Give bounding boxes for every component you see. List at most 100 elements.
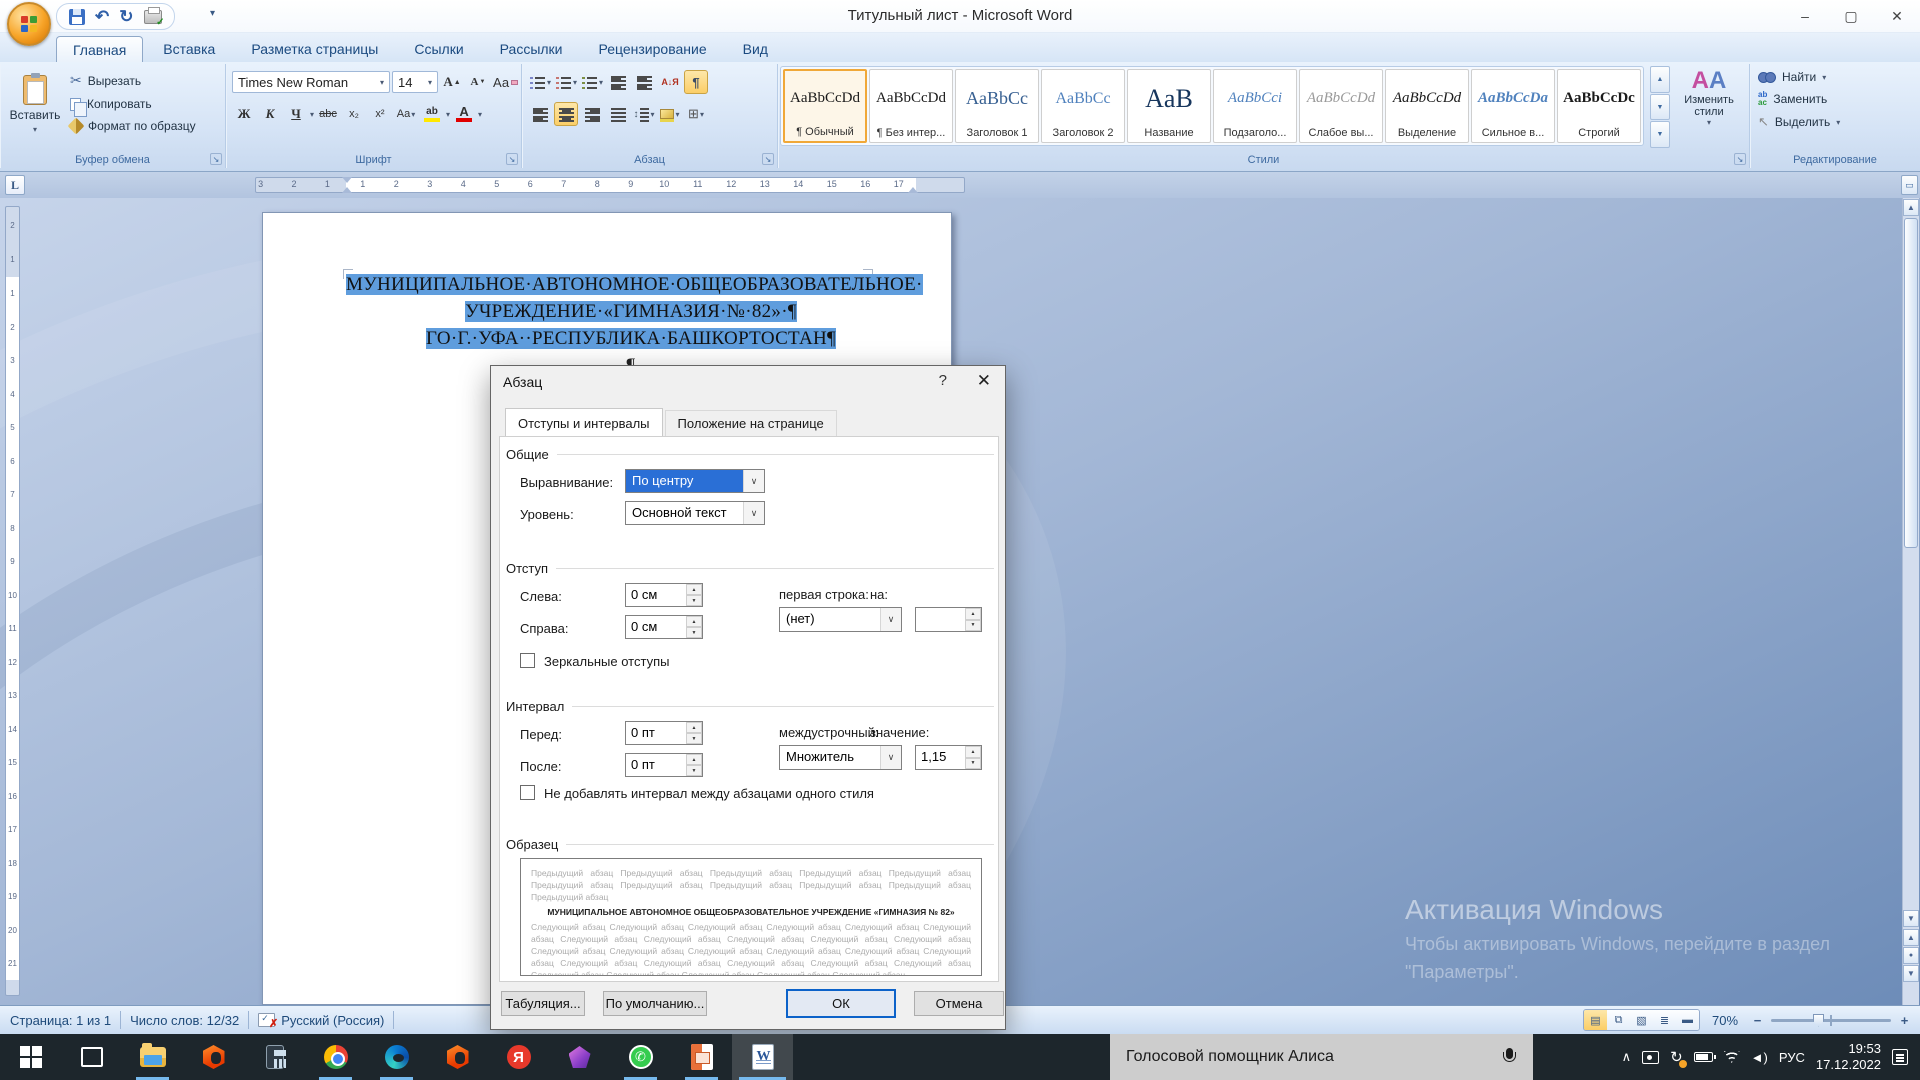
scroll-up-icon[interactable]: ▲ bbox=[1903, 199, 1919, 216]
indent-right-spinner[interactable]: 0 см ▲▼ bbox=[625, 615, 703, 639]
zoom-slider-thumb[interactable] bbox=[1813, 1014, 1824, 1027]
minimize-button[interactable]: – bbox=[1782, 0, 1828, 32]
microphone-icon[interactable] bbox=[1503, 1048, 1515, 1066]
right-indent-marker[interactable] bbox=[908, 187, 918, 193]
style-strong[interactable]: AaBbCcDc Строгий bbox=[1557, 69, 1641, 143]
yandex-music-icon[interactable] bbox=[549, 1034, 610, 1080]
ribbon-tab[interactable]: Разметка страницы bbox=[235, 36, 394, 62]
styles-dialog-launcher[interactable]: ↘ bbox=[1734, 153, 1746, 165]
style-intense-emphasis[interactable]: AaBbCcDa Сильное в... bbox=[1471, 69, 1555, 143]
styles-more-icon[interactable]: ▼ bbox=[1650, 121, 1670, 148]
line-spacing-button[interactable]: ↕▾ bbox=[632, 102, 656, 126]
font-color-dropdown-icon[interactable]: ▾ bbox=[478, 110, 482, 119]
select-button[interactable]: ↖Выделить▾ bbox=[1758, 114, 1840, 130]
first-line-combo-arrow-icon[interactable]: ∨ bbox=[880, 608, 901, 631]
sort-button[interactable]: А↓Я bbox=[658, 70, 682, 94]
explorer-icon[interactable] bbox=[122, 1034, 183, 1080]
styles-scroll-down-icon[interactable]: ▼ bbox=[1650, 94, 1670, 121]
scrollbar-thumb[interactable] bbox=[1904, 218, 1918, 548]
clear-formatting-button[interactable]: Аа bbox=[492, 70, 519, 94]
language-indicator[interactable]: Русский (Россия) bbox=[281, 1013, 384, 1028]
paste-button[interactable]: Вставить ▾ bbox=[6, 68, 64, 150]
alignment-combo-arrow-icon[interactable]: ∨ bbox=[743, 470, 764, 492]
maximize-button[interactable]: ▢ bbox=[1828, 0, 1874, 32]
increase-indent-button[interactable] bbox=[632, 70, 656, 94]
mirror-indents-checkbox[interactable] bbox=[520, 653, 535, 668]
ribbon-tab[interactable]: Рассылки bbox=[484, 36, 579, 62]
selected-text-line3[interactable]: ГО·Г.·УФА··РЕСПУБЛИКА·БАШКОРТОСТАН¶ bbox=[426, 328, 836, 349]
cancel-button[interactable]: Отмена bbox=[914, 991, 1004, 1016]
battery-icon[interactable] bbox=[1694, 1052, 1713, 1062]
horizontal-ruler[interactable]: 321 1234567891011121314151617 bbox=[255, 177, 965, 193]
justify-button[interactable] bbox=[606, 102, 630, 126]
font-name-combo[interactable]: Times New Roman▾ bbox=[232, 71, 390, 93]
vertical-scrollbar[interactable]: ▲ ▼ ▲ ● ▼ bbox=[1902, 198, 1919, 1005]
zoom-slider-track[interactable] bbox=[1771, 1019, 1891, 1022]
word-icon[interactable] bbox=[732, 1034, 793, 1080]
spin-up-icon[interactable]: ▲ bbox=[686, 616, 702, 627]
paragraph-dialog-launcher[interactable]: ↘ bbox=[762, 153, 774, 165]
web-layout-view-button[interactable]: ▧ bbox=[1630, 1010, 1653, 1030]
spin-down-icon[interactable]: ▼ bbox=[965, 620, 981, 632]
underline-dropdown-icon[interactable]: ▾ bbox=[310, 110, 314, 119]
tabs-button[interactable]: Табуляция... bbox=[501, 991, 585, 1016]
clipboard-dialog-launcher[interactable]: ↘ bbox=[210, 153, 222, 165]
at-spinner[interactable]: 1,15 ▲▼ bbox=[915, 745, 982, 770]
spacing-after-spinner[interactable]: 0 пт ▲▼ bbox=[625, 753, 703, 777]
dialog-help-button[interactable]: ? bbox=[939, 372, 947, 389]
selected-text-line2[interactable]: УЧРЕЖДЕНИЕ·«ГИМНАЗИЯ·№·82»·¶ bbox=[465, 301, 797, 322]
spin-down-icon[interactable]: ▼ bbox=[686, 627, 702, 638]
decrease-indent-button[interactable] bbox=[606, 70, 630, 94]
borders-button[interactable]: ⊞▾ bbox=[684, 102, 708, 126]
whatsapp-icon[interactable]: ✆ bbox=[610, 1034, 671, 1080]
superscript-button[interactable]: x² bbox=[368, 102, 392, 126]
draft-view-button[interactable]: ▬ bbox=[1676, 1010, 1699, 1030]
selected-text-line1[interactable]: МУНИЦИПАЛЬНОЕ·АВТОНОМНОЕ·ОБЩЕОБРАЗОВАТЕЛ… bbox=[346, 274, 923, 295]
zoom-level[interactable]: 70% bbox=[1704, 1013, 1746, 1028]
volume-icon[interactable]: ◄) bbox=[1751, 1050, 1768, 1065]
line-spacing-combo-arrow-icon[interactable]: ∨ bbox=[880, 746, 901, 769]
sync-icon[interactable]: ↻ bbox=[1670, 1048, 1683, 1066]
alice-search-box[interactable]: Голосовой помощник Алиса bbox=[1110, 1034, 1533, 1080]
spin-down-icon[interactable]: ▼ bbox=[686, 595, 702, 606]
style-no-spacing[interactable]: AaBbCcDd ¶ Без интер... bbox=[869, 69, 953, 143]
cut-button[interactable]: ✂Вырезать bbox=[70, 72, 196, 89]
strikethrough-button[interactable]: abc bbox=[316, 102, 340, 126]
ribbon-tab[interactable]: Ссылки bbox=[398, 36, 479, 62]
numbering-button[interactable]: ▾ bbox=[554, 70, 578, 94]
select-browse-object-button[interactable]: ● bbox=[1903, 947, 1919, 964]
no-space-same-style-checkbox[interactable] bbox=[520, 785, 535, 800]
spin-down-icon[interactable]: ▼ bbox=[965, 758, 981, 770]
task-view-button[interactable] bbox=[61, 1034, 122, 1080]
font-color-button[interactable]: А bbox=[452, 102, 476, 126]
scroll-down-icon[interactable]: ▼ bbox=[1903, 910, 1919, 927]
style-normal[interactable]: AaBbCcDd ¶ Обычный bbox=[783, 69, 867, 143]
office-button[interactable] bbox=[7, 2, 51, 46]
wifi-icon[interactable] bbox=[1724, 1051, 1740, 1063]
first-line-combo[interactable]: (нет)∨ bbox=[779, 607, 902, 632]
alignment-combo[interactable]: По центру∨ bbox=[625, 469, 765, 493]
calculator-icon[interactable] bbox=[244, 1034, 305, 1080]
office-icon[interactable] bbox=[183, 1034, 244, 1080]
show-marks-button[interactable]: ¶ bbox=[684, 70, 708, 94]
default-button[interactable]: По умолчанию... bbox=[603, 991, 707, 1016]
multilevel-list-button[interactable]: ▾ bbox=[580, 70, 604, 94]
spin-up-icon[interactable]: ▲ bbox=[965, 608, 981, 620]
align-left-button[interactable] bbox=[528, 102, 552, 126]
indent-left-spinner[interactable]: 0 см ▲▼ bbox=[625, 583, 703, 607]
bold-button[interactable]: Ж bbox=[232, 102, 256, 126]
spacing-before-spinner[interactable]: 0 пт ▲▼ bbox=[625, 721, 703, 745]
line-spacing-combo[interactable]: Множитель∨ bbox=[779, 745, 902, 770]
spin-down-icon[interactable]: ▼ bbox=[686, 765, 702, 776]
close-button[interactable]: ✕ bbox=[1874, 0, 1920, 32]
taskbar-start-button[interactable] bbox=[0, 1034, 61, 1080]
document-text[interactable]: МУНИЦИПАЛЬНОЕ·АВТОНОМНОЕ·ОБЩЕОБРАЗОВАТЕЛ… bbox=[346, 271, 916, 379]
font-dialog-launcher[interactable]: ↘ bbox=[506, 153, 518, 165]
shrink-font-button[interactable]: А▼ bbox=[466, 70, 490, 94]
action-center-icon[interactable] bbox=[1892, 1049, 1908, 1065]
bullets-button[interactable]: ▾ bbox=[528, 70, 552, 94]
tab-stop-selector[interactable]: L bbox=[5, 175, 25, 195]
powerpoint-icon[interactable] bbox=[671, 1034, 732, 1080]
subscript-button[interactable]: x₂ bbox=[342, 102, 366, 126]
clock[interactable]: 19:53 17.12.2022 bbox=[1816, 1041, 1881, 1073]
